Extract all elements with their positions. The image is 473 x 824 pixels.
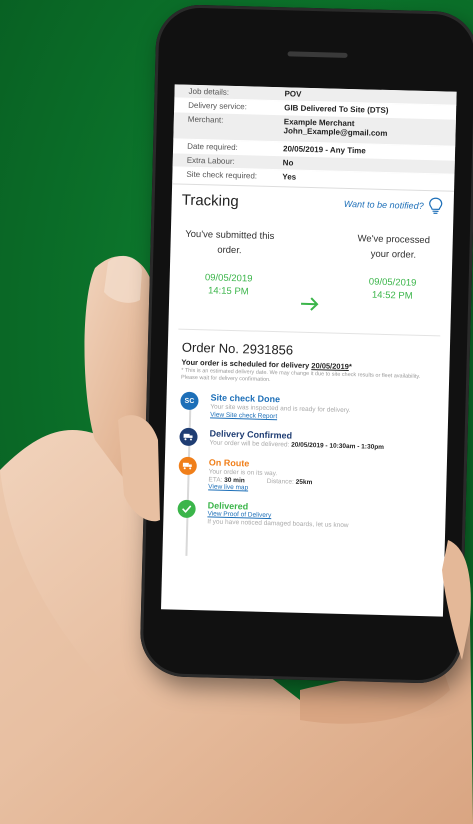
arrow-right-icon xyxy=(301,297,319,311)
detail-value: Yes xyxy=(282,172,297,182)
step-submitted: You've submitted this order. 09/05/2019 … xyxy=(183,227,275,299)
step-text: We've processed your order. xyxy=(357,233,431,261)
distance-value: 25km xyxy=(295,478,313,487)
detail-label: Date required: xyxy=(187,141,238,153)
step-date: 09/05/2019 xyxy=(368,276,417,289)
tracking-steps: You've submitted this order. 09/05/2019 … xyxy=(169,212,454,319)
delivery-timeline: SC Site check Done Your site was inspect… xyxy=(163,381,449,556)
detail-label: Job details: xyxy=(188,86,230,97)
delivery-truck-icon xyxy=(178,456,198,476)
check-icon xyxy=(177,499,196,519)
step-date: 09/05/2019 xyxy=(204,272,253,285)
speaker-grille xyxy=(287,51,348,58)
step-datetime: 09/05/2019 14:52 PM xyxy=(347,275,438,303)
distance: Distance: 25km xyxy=(267,478,313,486)
merchant-email: John_Example@gmail.com xyxy=(283,126,388,138)
step-time: 14:15 PM xyxy=(207,285,249,298)
phone-screen: Job details: POV Delivery service: GIB D… xyxy=(161,84,457,617)
detail-label: Merchant: xyxy=(187,114,224,125)
detail-value: GIB Delivered To Site (DTS) xyxy=(284,103,389,115)
truck-icon xyxy=(179,427,198,447)
notify-button[interactable]: Want to be notified? xyxy=(344,195,444,216)
confirmed-text: Your order will be delivered: xyxy=(209,439,290,449)
phone-device: Job details: POV Delivery service: GIB D… xyxy=(139,3,473,685)
site-check-badge: SC xyxy=(180,391,199,411)
step-time: 14:52 PM xyxy=(371,289,413,302)
detail-value: 20/05/2019 - Any Time xyxy=(282,144,366,156)
detail-value: Example Merchant John_Example@gmail.com xyxy=(283,117,455,139)
timeline-item-delivered: Delivered View Proof of Delivery If you … xyxy=(177,499,432,533)
step-datetime: 09/05/2019 14:15 PM xyxy=(183,271,274,299)
lightbulb-icon xyxy=(429,197,443,214)
order-section: Order No. 2931856 Your order is schedule… xyxy=(167,329,450,388)
step-processed: We've processed your order. 09/05/2019 1… xyxy=(347,231,439,303)
detail-label: Delivery service: xyxy=(188,100,247,112)
timeline-item-site-check: SC Site check Done Your site was inspect… xyxy=(180,391,435,425)
job-details-table: Job details: POV Delivery service: GIB D… xyxy=(172,84,457,189)
step-text: You've submitted this order. xyxy=(185,228,275,257)
detail-value: POV xyxy=(284,89,302,99)
scheduled-date: 20/05/2019 xyxy=(311,361,350,372)
detail-value: No xyxy=(282,158,294,168)
timeline-item-confirmed: Delivery Confirmed Your order will be de… xyxy=(179,427,433,454)
confirmed-window: 20/05/2019 - 10:30am - 1:30pm xyxy=(291,441,385,451)
distance-label: Distance: xyxy=(266,477,294,486)
notify-label: Want to be notified? xyxy=(343,198,424,211)
timeline-item-on-route: On Route Your order is on its way. ETA: … xyxy=(178,456,433,497)
tracking-title: Tracking xyxy=(181,191,239,210)
detail-label: Extra Labour: xyxy=(186,155,235,166)
detail-label: Site check required: xyxy=(186,169,258,181)
